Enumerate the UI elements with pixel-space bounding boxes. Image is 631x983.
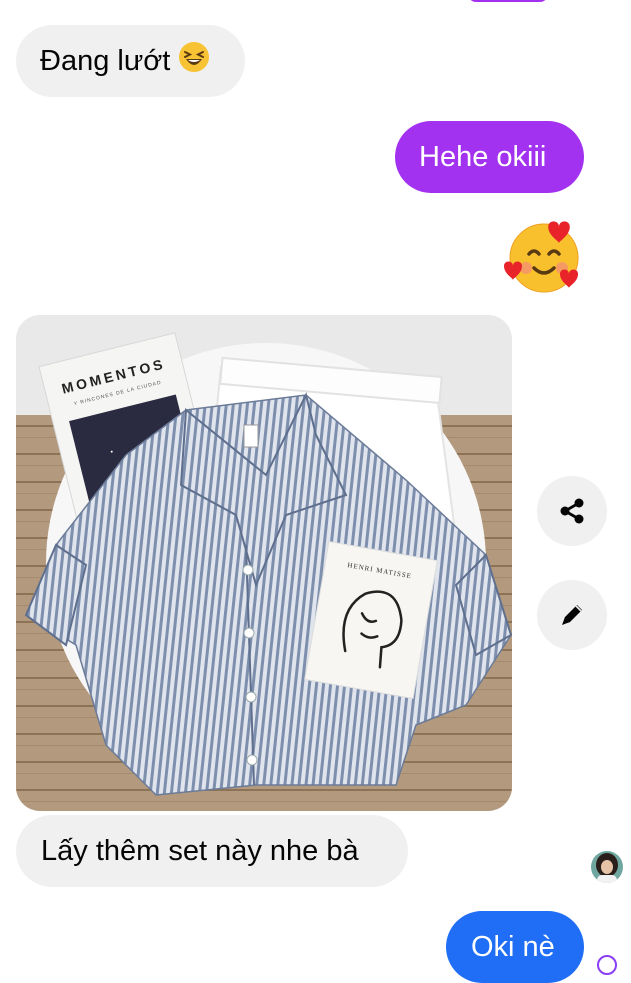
art-card-image: HENRI MATISSE — [304, 540, 438, 700]
avatar[interactable] — [591, 851, 623, 883]
seen-indicator — [597, 955, 617, 975]
incoming-message-bubble[interactable]: Đang lướt — [16, 25, 245, 97]
message-text: Lấy thêm set này nhe bà — [41, 834, 359, 867]
incoming-message-bubble[interactable]: Lấy thêm set này nhe bà — [16, 815, 408, 887]
outgoing-message-bubble[interactable]: Oki nè — [446, 911, 584, 983]
message-text: Hehe okiii — [419, 140, 547, 173]
share-button[interactable] — [537, 476, 607, 546]
laughing-emoji-icon — [178, 41, 210, 81]
message-text: Oki nè — [471, 930, 555, 963]
outgoing-message-bubble[interactable]: Hehe okiii — [395, 121, 584, 193]
share-icon — [560, 498, 584, 524]
edit-button[interactable] — [537, 580, 607, 650]
smiling-face-with-hearts-emoji-icon[interactable] — [502, 214, 586, 296]
pencil-icon — [562, 605, 582, 625]
previous-message-bubble[interactable] — [468, 0, 548, 2]
photo-message[interactable]: MOMENTOS Y RINCONES DE LA CIUDAD HENRI M… — [16, 315, 512, 811]
message-text: Đang lướt — [40, 44, 171, 77]
